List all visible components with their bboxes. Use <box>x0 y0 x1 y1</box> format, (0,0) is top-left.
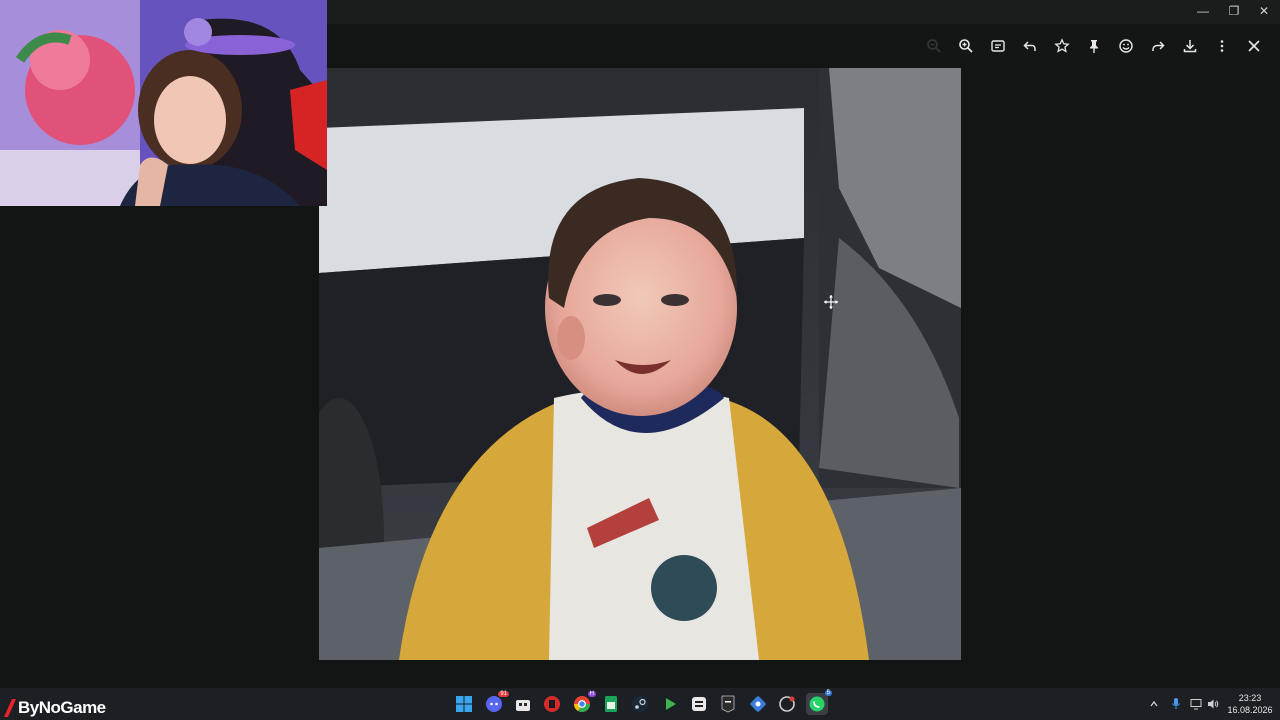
brand-text: ByNoGame <box>18 698 106 717</box>
store-icon <box>516 700 530 711</box>
stream-brand-logo: ByNoGame <box>2 698 106 718</box>
clock-date: 16.08.2026 <box>1227 705 1273 715</box>
child-photo-illustration <box>319 68 961 660</box>
taskbar-sheets[interactable] <box>600 693 622 715</box>
discord-icon <box>486 696 502 712</box>
close-viewer-button[interactable] <box>1240 32 1268 60</box>
close-icon <box>1248 40 1260 52</box>
taskbar: ByNoGame 91 H 5 23:23 16.08.2026 <box>0 688 1280 720</box>
epic-games-icon <box>721 695 735 713</box>
forward-button[interactable] <box>1144 32 1172 60</box>
microphone-icon <box>1172 698 1180 709</box>
taskbar-app-circle[interactable] <box>776 693 798 715</box>
app-box-icon <box>692 697 706 711</box>
speaker-icon <box>1208 699 1219 709</box>
tray-volume[interactable] <box>1205 696 1221 712</box>
taskbar-media[interactable] <box>659 693 681 715</box>
webcam-overlay <box>0 0 327 206</box>
taskbar-store[interactable] <box>512 693 534 715</box>
notes-badge: H <box>587 691 596 697</box>
media-viewer-toolbar <box>330 26 1280 66</box>
taskbar-steam[interactable] <box>629 693 651 715</box>
whatsapp-icon <box>809 696 825 712</box>
chevron-up-icon <box>1150 700 1158 707</box>
zoom-in-button[interactable] <box>952 32 980 60</box>
tray-display[interactable] <box>1188 696 1204 712</box>
taskbar-app-box[interactable] <box>688 693 710 715</box>
caption-button[interactable] <box>984 32 1012 60</box>
taskbar-discord[interactable]: 91 <box>483 691 509 715</box>
window-close-button[interactable]: ✕ <box>1248 0 1280 22</box>
download-button[interactable] <box>1176 32 1204 60</box>
emoji-icon <box>1119 39 1133 53</box>
caption-icon <box>991 40 1005 52</box>
zoom-out-icon <box>927 39 941 53</box>
circle-app-icon <box>779 696 795 712</box>
zoom-out-button[interactable] <box>920 32 948 60</box>
chrome-icon <box>573 696 591 713</box>
taskbar-app-red[interactable] <box>541 693 563 715</box>
red-app-icon <box>544 696 560 712</box>
pin-icon <box>1090 40 1098 53</box>
taskbar-network-app[interactable] <box>747 693 769 715</box>
download-icon <box>1183 40 1197 53</box>
forward-icon <box>1152 41 1165 51</box>
clock-time: 23:23 <box>1238 693 1262 703</box>
star-button[interactable] <box>1048 32 1076 60</box>
windows-icon <box>456 696 472 712</box>
play-icon <box>666 698 676 710</box>
star-icon <box>1054 38 1070 53</box>
network-app-icon <box>750 696 766 712</box>
more-icon <box>1220 40 1224 52</box>
screen: — ❐ ✕ ByNoGame 91 H 5 23:23 16.08.2026 <box>0 0 1280 720</box>
start-button[interactable] <box>453 693 475 715</box>
taskbar-chrome[interactable]: H <box>571 691 596 715</box>
taskbar-epic[interactable] <box>717 693 739 715</box>
steam-icon <box>632 696 648 712</box>
reply-button[interactable] <box>1016 32 1044 60</box>
display-icon <box>1190 699 1202 710</box>
pin-button[interactable] <box>1080 32 1108 60</box>
emoji-button[interactable] <box>1112 32 1140 60</box>
viewed-photo[interactable] <box>319 68 961 660</box>
tray-overflow[interactable] <box>1146 696 1162 712</box>
taskbar-whatsapp[interactable]: 5 <box>806 690 832 715</box>
webcam-feed-illustration <box>0 0 327 206</box>
minimize-button[interactable]: — <box>1187 0 1219 22</box>
reply-icon <box>1023 41 1036 51</box>
whatsapp-badge: 5 <box>824 690 832 696</box>
more-options-button[interactable] <box>1208 32 1236 60</box>
brand-mark-icon <box>4 699 16 717</box>
tray-microphone[interactable] <box>1168 696 1184 712</box>
restore-button[interactable]: ❐ <box>1218 0 1250 22</box>
discord-badge: 91 <box>498 691 509 697</box>
move-cursor-icon <box>824 295 838 309</box>
clock[interactable]: 23:23 16.08.2026 <box>1222 692 1278 716</box>
zoom-in-icon <box>959 39 973 53</box>
sheets-icon <box>605 696 617 712</box>
